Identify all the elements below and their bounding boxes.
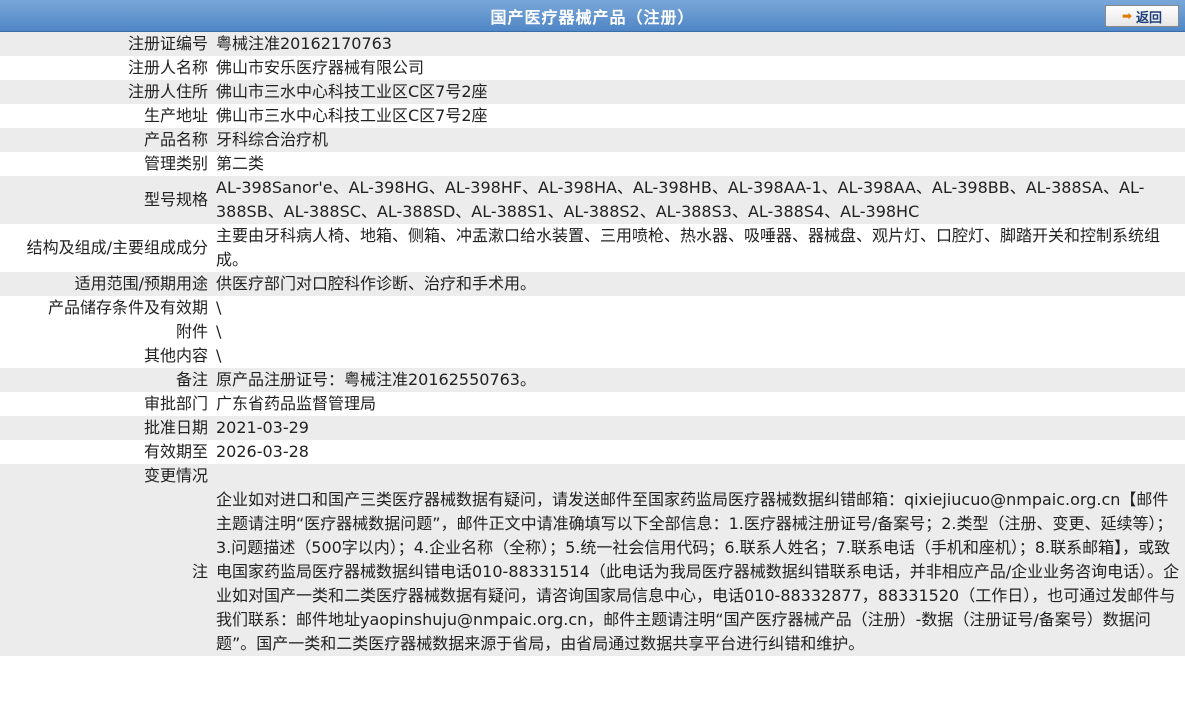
row-label: 适用范围/预期用途 (0, 272, 212, 296)
table-row: 产品名称 牙科综合治疗机 (0, 128, 1185, 152)
row-label: 生产地址 (0, 104, 212, 128)
row-label: 产品储存条件及有效期 (0, 296, 212, 320)
row-value: \ (212, 320, 1185, 344)
row-value: 牙科综合治疗机 (212, 128, 1185, 152)
row-value: \ (212, 344, 1185, 368)
row-label: 结构及组成/主要组成成分 (0, 224, 212, 272)
row-label: 变更情况 (0, 464, 212, 488)
row-label: 管理类别 (0, 152, 212, 176)
back-button-label: 返回 (1136, 10, 1163, 26)
table-row: 批准日期 2021-03-29 (0, 416, 1185, 440)
page-title: 国产医疗器械产品（注册） (490, 7, 695, 27)
row-label: 注册人名称 (0, 56, 212, 80)
row-value: 主要由牙科病人椅、地箱、侧箱、冲盂漱口给水装置、三用喷枪、热水器、吸唾器、器械盘… (212, 224, 1185, 272)
row-value: \ (212, 296, 1185, 320)
table-row: 有效期至 2026-03-28 (0, 440, 1185, 464)
row-value: 佛山市安乐医疗器械有限公司 (212, 56, 1185, 80)
table-row: 注册人名称 佛山市安乐医疗器械有限公司 (0, 56, 1185, 80)
arrow-right-icon: ➡ (1121, 9, 1133, 23)
row-label: 其他内容 (0, 344, 212, 368)
row-value (212, 464, 1185, 488)
table-row: 管理类别 第二类 (0, 152, 1185, 176)
table-row: 产品储存条件及有效期 \ (0, 296, 1185, 320)
table-row: 审批部门 广东省药品监督管理局 (0, 392, 1185, 416)
row-value: AL-398Sanor'e、AL-398HG、AL-398HF、AL-398HA… (212, 176, 1185, 224)
table-row: 型号规格 AL-398Sanor'e、AL-398HG、AL-398HF、AL-… (0, 176, 1185, 224)
table-row: 其他内容 \ (0, 344, 1185, 368)
back-button[interactable]: ➡ 返回 (1105, 5, 1179, 27)
row-value: 粤械注准20162170763 (212, 32, 1185, 56)
table-row: 变更情况 (0, 464, 1185, 488)
row-label: 备注 (0, 368, 212, 392)
registration-info-table: 注册证编号 粤械注准20162170763 注册人名称 佛山市安乐医疗器械有限公… (0, 32, 1185, 656)
row-value: 佛山市三水中心科技工业区C区7号2座 (212, 80, 1185, 104)
row-value: 广东省药品监督管理局 (212, 392, 1185, 416)
row-label: 注册证编号 (0, 32, 212, 56)
row-value: 佛山市三水中心科技工业区C区7号2座 (212, 104, 1185, 128)
note-text: 企业如对进口和国产三类医疗器械数据有疑问，请发送邮件至国家药监局医疗器械数据纠错… (212, 488, 1185, 656)
row-label: 产品名称 (0, 128, 212, 152)
row-value: 第二类 (212, 152, 1185, 176)
table-row: 生产地址 佛山市三水中心科技工业区C区7号2座 (0, 104, 1185, 128)
row-value: 供医疗部门对口腔科作诊断、治疗和手术用。 (212, 272, 1185, 296)
row-label: 型号规格 (0, 176, 212, 224)
row-label: 审批部门 (0, 392, 212, 416)
title-bar: 国产医疗器械产品（注册） ➡ 返回 (0, 0, 1185, 32)
note-row: 注 企业如对进口和国产三类医疗器械数据有疑问，请发送邮件至国家药监局医疗器械数据… (0, 488, 1185, 656)
row-value: 2026-03-28 (212, 440, 1185, 464)
row-label: 注册人住所 (0, 80, 212, 104)
table-row: 注册人住所 佛山市三水中心科技工业区C区7号2座 (0, 80, 1185, 104)
note-label: 注 (0, 488, 212, 656)
row-label: 有效期至 (0, 440, 212, 464)
table-row: 附件 \ (0, 320, 1185, 344)
table-row: 适用范围/预期用途 供医疗部门对口腔科作诊断、治疗和手术用。 (0, 272, 1185, 296)
table-row: 注册证编号 粤械注准20162170763 (0, 32, 1185, 56)
table-row: 备注 原产品注册证号：粤械注准20162550763。 (0, 368, 1185, 392)
row-value: 2021-03-29 (212, 416, 1185, 440)
table-row: 结构及组成/主要组成成分 主要由牙科病人椅、地箱、侧箱、冲盂漱口给水装置、三用喷… (0, 224, 1185, 272)
row-label: 批准日期 (0, 416, 212, 440)
row-label: 附件 (0, 320, 212, 344)
row-value: 原产品注册证号：粤械注准20162550763。 (212, 368, 1185, 392)
